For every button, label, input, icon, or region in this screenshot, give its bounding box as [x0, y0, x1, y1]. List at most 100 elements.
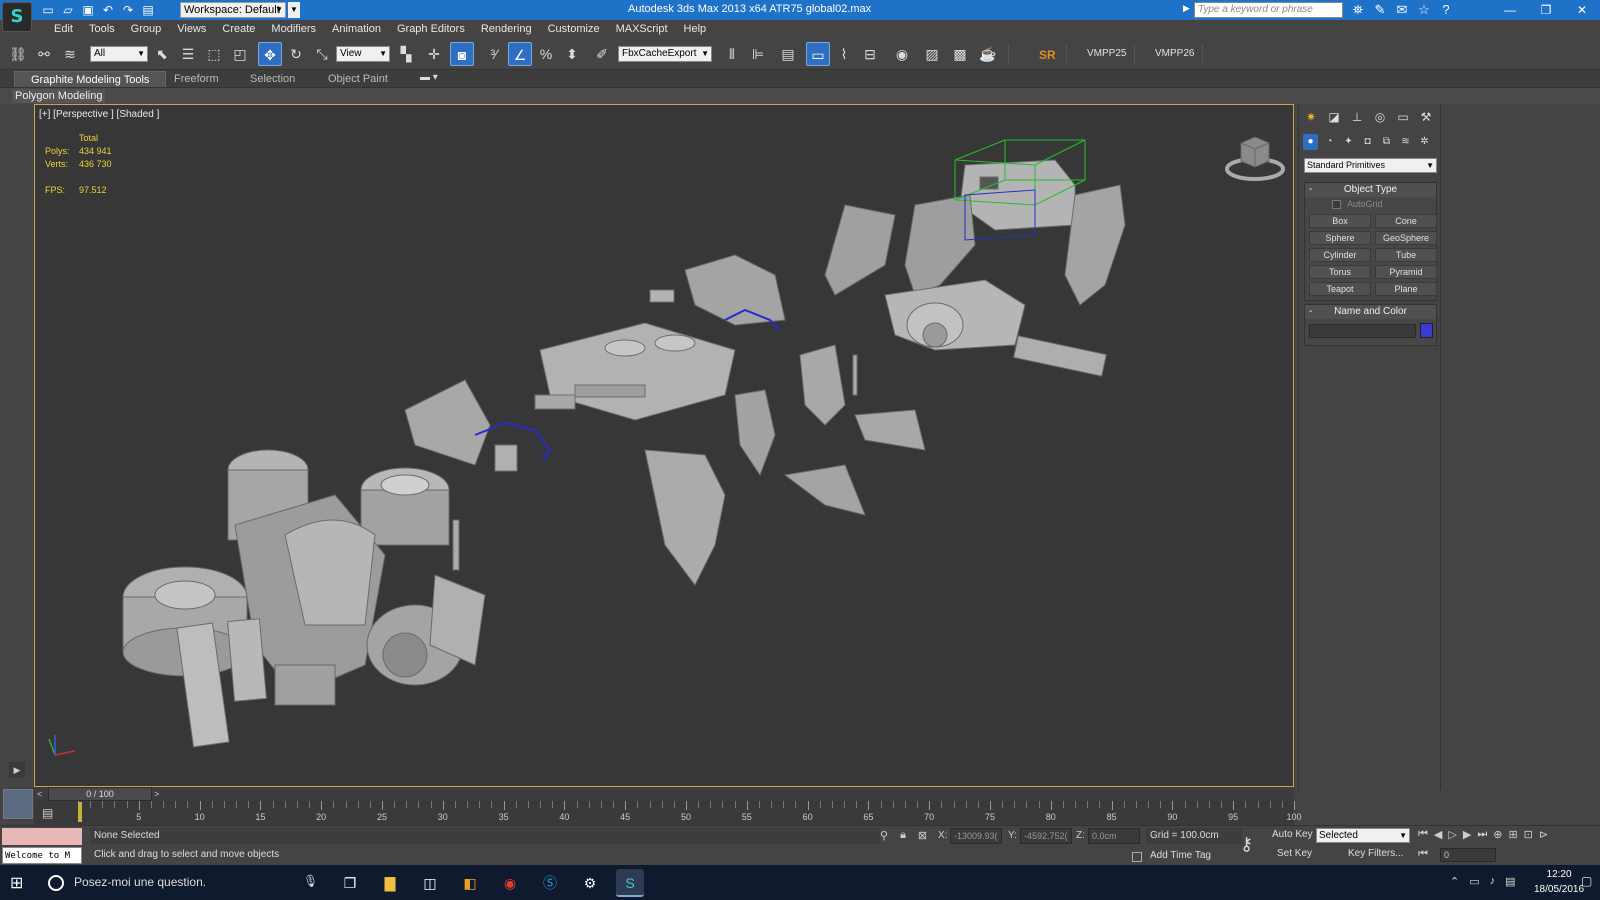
- rendered-frame-window-icon[interactable]: ▩: [948, 42, 972, 66]
- select-and-rotate-icon[interactable]: ↻: [284, 42, 308, 66]
- time-tag-icon[interactable]: [1132, 852, 1142, 862]
- vmpp25-button[interactable]: VMPP25: [1087, 48, 1126, 59]
- render-production-icon[interactable]: ☕: [976, 42, 1000, 66]
- maxscript-play-icon[interactable]: ▶: [9, 762, 25, 778]
- select-and-scale-icon[interactable]: ⤡: [310, 42, 334, 66]
- tab-object-paint[interactable]: Object Paint: [312, 71, 404, 87]
- tab-graphite-modeling-tools[interactable]: Graphite Modeling Tools: [14, 71, 167, 87]
- select-and-link-icon[interactable]: ⛓: [6, 42, 30, 66]
- help-search-input[interactable]: Type a keyword or phrase: [1194, 2, 1343, 18]
- select-and-move-icon[interactable]: ✥: [258, 42, 282, 66]
- key-filters-button[interactable]: Key Filters...: [1348, 848, 1404, 859]
- time-slider-next-icon[interactable]: >: [154, 787, 159, 801]
- message-icon[interactable]: ▤: [1505, 875, 1515, 888]
- time-slider-prev-icon[interactable]: <: [37, 787, 42, 801]
- go-to-end-icon[interactable]: ⏭: [1477, 828, 1487, 841]
- angle-snap-icon[interactable]: ∠: [508, 42, 532, 66]
- project-folder-icon[interactable]: ▤: [140, 2, 156, 18]
- time-slider-handle[interactable]: 0 / 100: [48, 787, 152, 801]
- layer-manager-icon[interactable]: ▤: [776, 42, 800, 66]
- cortana-icon[interactable]: [48, 875, 64, 891]
- zoom-all-icon[interactable]: ⊞: [1508, 828, 1517, 841]
- systems-icon[interactable]: ✲: [1417, 134, 1432, 150]
- undo-icon[interactable]: ↶: [100, 2, 116, 18]
- x-coord-input[interactable]: -13009.93(: [950, 828, 1002, 844]
- teapot-button[interactable]: Teapot: [1309, 282, 1371, 296]
- taskbar-clock[interactable]: 12:20 18/05/2016: [1534, 867, 1584, 897]
- search-expand-icon[interactable]: ▶: [1183, 3, 1190, 14]
- menu-animation[interactable]: Animation: [324, 22, 389, 36]
- menu-customize[interactable]: Customize: [540, 22, 608, 36]
- previous-frame-icon[interactable]: ◀: [1434, 828, 1442, 841]
- skype-icon[interactable]: Ⓢ: [536, 869, 564, 897]
- plane-button[interactable]: Plane: [1375, 282, 1437, 296]
- volume-icon[interactable]: ♪: [1490, 875, 1496, 888]
- absolute-mode-icon[interactable]: ⊠: [918, 829, 927, 842]
- select-by-name-icon[interactable]: ☰: [176, 42, 200, 66]
- display-tab-icon[interactable]: ▭: [1393, 108, 1413, 126]
- unlink-icon[interactable]: ⚯: [32, 42, 56, 66]
- maxscript-mini-listener[interactable]: [2, 828, 82, 845]
- quick-access-more-icon[interactable]: ▼: [288, 2, 300, 18]
- scene-objects[interactable]: [35, 105, 1294, 787]
- track-bar-options-icon[interactable]: ▤: [42, 806, 53, 820]
- maxscript-listener-input[interactable]: Welcome to M: [2, 847, 82, 864]
- cylinder-button[interactable]: Cylinder: [1309, 248, 1371, 262]
- cortana-search-box[interactable]: Posez-moi une question.: [74, 875, 206, 889]
- open-file-icon[interactable]: ▱: [60, 2, 76, 18]
- graphite-ribbon-toggle-icon[interactable]: ▭: [806, 42, 830, 66]
- ribbon-options-icon[interactable]: ▬ ▾: [420, 72, 438, 83]
- menu-help[interactable]: Help: [676, 22, 715, 36]
- 3ds-max-taskbar-icon[interactable]: S: [616, 869, 644, 897]
- next-frame-icon[interactable]: ▶: [1463, 828, 1471, 841]
- sr-plugin-button[interactable]: SR: [1039, 48, 1056, 62]
- menu-views[interactable]: Views: [169, 22, 214, 36]
- perspective-viewport[interactable]: [+] [Perspective ] [Shaded ] Total Polys…: [34, 104, 1294, 787]
- current-frame-input[interactable]: 0: [1440, 848, 1496, 862]
- close-icon[interactable]: ✕: [1564, 0, 1600, 20]
- menu-maxscript[interactable]: MAXScript: [608, 22, 676, 36]
- auto-key-button[interactable]: Auto Key: [1272, 829, 1313, 840]
- binoculars-icon[interactable]: ⛯: [1350, 2, 1366, 18]
- y-coord-input[interactable]: -4592.752(: [1020, 828, 1072, 844]
- viewcube-icon[interactable]: [1223, 131, 1287, 183]
- tray-chevron-icon[interactable]: ⌃: [1450, 875, 1459, 888]
- menu-group[interactable]: Group: [123, 22, 170, 36]
- file-explorer-icon[interactable]: ▇: [376, 869, 404, 897]
- workspace-dropdown[interactable]: Workspace: Default ▼: [180, 2, 286, 18]
- task-view-icon[interactable]: ❐: [336, 869, 364, 897]
- geosphere-button[interactable]: GeoSphere: [1375, 231, 1437, 245]
- isolate-selection-icon[interactable]: ⚲: [880, 829, 888, 842]
- sphere-button[interactable]: Sphere: [1309, 231, 1371, 245]
- primitive-category-dropdown[interactable]: Standard Primitives ▼: [1304, 158, 1437, 173]
- field-of-view-icon[interactable]: ⊳: [1539, 828, 1548, 841]
- set-key-icon[interactable]: ⚷: [1240, 834, 1253, 855]
- store-icon[interactable]: ◫: [416, 869, 444, 897]
- bind-space-warp-icon[interactable]: ≋: [58, 42, 82, 66]
- shapes-icon[interactable]: ◔: [1322, 134, 1337, 150]
- torus-button[interactable]: Torus: [1309, 265, 1371, 279]
- autogrid-checkbox[interactable]: AutoGrid: [1305, 197, 1436, 211]
- communication-center-icon[interactable]: ✉: [1394, 2, 1410, 18]
- redo-icon[interactable]: ↷: [120, 2, 136, 18]
- object-type-rollout-header[interactable]: - Object Type: [1305, 183, 1436, 197]
- schematic-view-icon[interactable]: ⊟: [858, 42, 882, 66]
- minimize-icon[interactable]: —: [1492, 0, 1528, 20]
- track-bar[interactable]: 5 10 15 20 25 30 35 40 45 50 55 60 65 70 75 80 85 90 95 100: [34, 801, 1302, 825]
- key-mode-toggle-icon[interactable]: ⏮: [1418, 848, 1428, 861]
- snaps-toggle-icon[interactable]: ³⁄: [482, 42, 506, 66]
- box-button[interactable]: Box: [1309, 214, 1371, 228]
- key-mode-dropdown[interactable]: Selected ▼: [1316, 828, 1410, 843]
- go-to-start-icon[interactable]: ⏮: [1418, 828, 1428, 841]
- polygon-modeling-panel[interactable]: Polygon Modeling: [12, 89, 106, 103]
- motion-tab-icon[interactable]: ◎: [1370, 108, 1390, 126]
- curve-editor-icon[interactable]: ⌇: [832, 42, 856, 66]
- z-coord-input[interactable]: 0.0cm: [1088, 828, 1140, 844]
- pivot-center-icon[interactable]: ▚: [394, 42, 418, 66]
- vmpp26-button[interactable]: VMPP26: [1155, 48, 1194, 59]
- named-selection-set-dropdown[interactable]: FbxCacheExport ▼: [618, 46, 712, 62]
- windows-start-icon[interactable]: ⊞: [10, 873, 23, 893]
- chrome-icon[interactable]: ◉: [496, 869, 524, 897]
- add-time-tag-button[interactable]: Add Time Tag: [1150, 848, 1211, 864]
- menu-rendering[interactable]: Rendering: [473, 22, 540, 36]
